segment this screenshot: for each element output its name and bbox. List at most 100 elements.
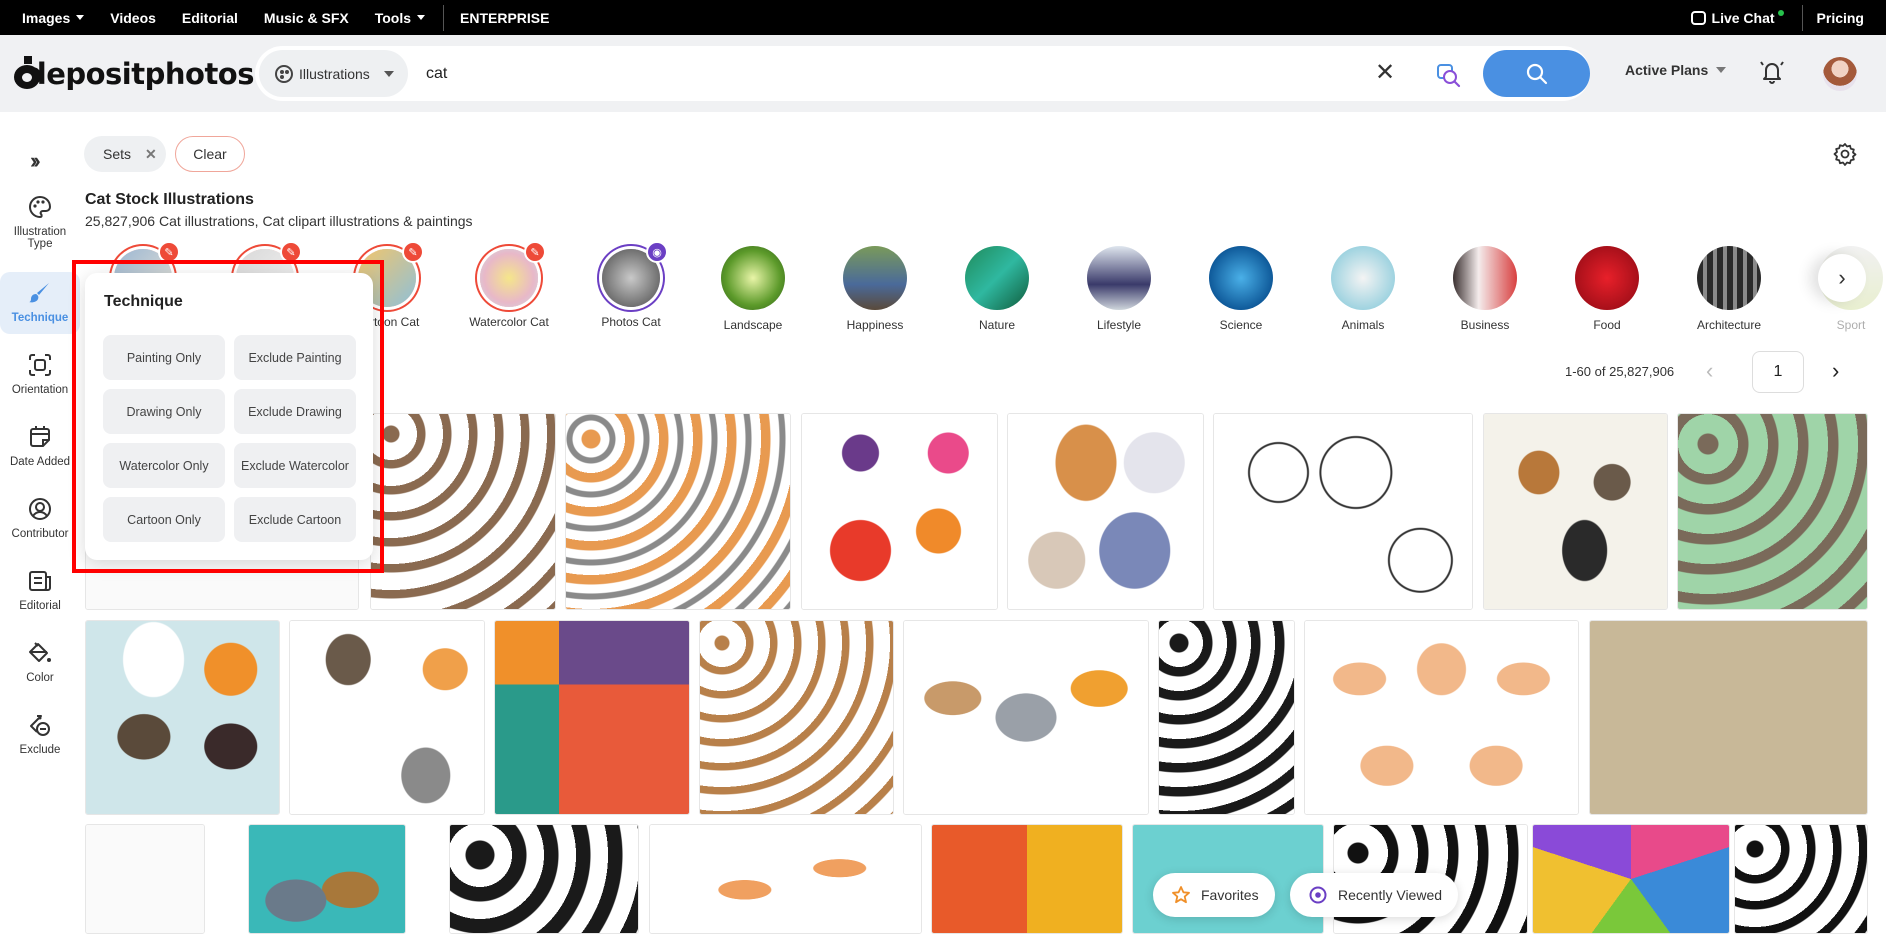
- sidebar-item-label: Technique: [11, 312, 69, 324]
- category-item[interactable]: Architecture: [1669, 246, 1789, 332]
- result-tile[interactable]: [248, 824, 406, 934]
- sidebar-item-exclude[interactable]: Exclude: [0, 712, 80, 756]
- thumbnail: [249, 825, 405, 933]
- nav-enterprise[interactable]: ENTERPRISE: [460, 10, 549, 26]
- page-subtitle: 25,827,906 Cat illustrations, Cat clipar…: [85, 213, 473, 229]
- exclude-cartoon-button[interactable]: Exclude Cartoon: [234, 497, 356, 542]
- result-tile[interactable]: [85, 824, 205, 934]
- category-item[interactable]: ✎ Watercolor Cat: [449, 241, 569, 329]
- gear-icon[interactable]: [1833, 142, 1857, 166]
- nav-tools[interactable]: Tools: [375, 10, 426, 26]
- chevron-right-icon[interactable]: ›: [1832, 358, 1839, 384]
- page-title: Cat Stock Illustrations: [85, 191, 254, 208]
- nav-images-label: Images: [22, 9, 71, 26]
- filter-chip-sets[interactable]: Sets ✕: [84, 136, 166, 172]
- sidebar-item-orientation[interactable]: Orientation: [0, 352, 80, 396]
- watercolor-only-button[interactable]: Watercolor Only: [103, 443, 225, 488]
- result-tile[interactable]: [699, 620, 894, 815]
- remove-filter-icon[interactable]: ✕: [145, 146, 157, 163]
- star-icon: [1172, 886, 1190, 904]
- nav-videos[interactable]: Videos: [110, 10, 156, 26]
- content-type-select[interactable]: Illustrations: [259, 50, 408, 97]
- exclude-drawing-button[interactable]: Exclude Drawing: [234, 389, 356, 434]
- caret-down-icon: [417, 15, 426, 20]
- category-label: Science: [1219, 318, 1263, 332]
- result-tile[interactable]: [85, 620, 280, 815]
- carousel-next-button[interactable]: ›: [1818, 254, 1866, 302]
- thumbnail: [1159, 621, 1294, 814]
- sidebar-item-illustration-type[interactable]: Illustration Type: [0, 194, 80, 250]
- live-chat-link[interactable]: Live Chat: [1690, 9, 1784, 26]
- category-item[interactable]: Food: [1547, 246, 1667, 332]
- result-tile[interactable]: [903, 620, 1149, 815]
- result-tile[interactable]: [1483, 413, 1668, 610]
- category-label: Nature: [978, 318, 1016, 332]
- favorites-button[interactable]: Favorites: [1153, 873, 1275, 917]
- category-item[interactable]: Landscape: [693, 246, 813, 332]
- result-tile[interactable]: [1213, 413, 1473, 610]
- pricing-link[interactable]: Pricing: [1817, 10, 1864, 26]
- sidebar-item-editorial[interactable]: Editorial: [0, 568, 80, 612]
- category-item[interactable]: Lifestyle: [1059, 246, 1179, 332]
- result-tile[interactable]: [1532, 824, 1730, 934]
- category-item[interactable]: ◉ Photos Cat: [571, 241, 691, 329]
- result-tile[interactable]: [649, 824, 922, 934]
- thumbnail: [904, 621, 1148, 814]
- sidebar-item-date-added[interactable]: Date Added: [0, 424, 80, 468]
- category-thumbnail: [1087, 246, 1151, 310]
- painting-only-button[interactable]: Painting Only: [103, 335, 225, 380]
- close-icon[interactable]: ✕: [1375, 61, 1395, 85]
- exclude-watercolor-button[interactable]: Exclude Watercolor: [234, 443, 356, 488]
- logo[interactable]: depositphotos: [14, 55, 255, 91]
- paint-bucket-icon: [29, 642, 51, 662]
- filter-sidebar: ›› Illustration Type Technique Orientati…: [0, 112, 80, 928]
- result-tile[interactable]: [801, 413, 998, 610]
- eye-icon: [1309, 886, 1327, 904]
- result-tile[interactable]: [1677, 413, 1868, 610]
- user-avatar[interactable]: [1823, 57, 1857, 91]
- header: depositphotos Illustrations ✕ Active Pla…: [0, 35, 1886, 112]
- search-input[interactable]: [426, 64, 1326, 83]
- thumbnail: [1533, 825, 1729, 933]
- result-tile[interactable]: [449, 824, 639, 934]
- category-item[interactable]: Nature: [937, 246, 1057, 332]
- calendar-icon: [30, 426, 50, 447]
- exclude-painting-button[interactable]: Exclude Painting: [234, 335, 356, 380]
- result-tile[interactable]: [1304, 620, 1579, 815]
- nav-music-sfx[interactable]: Music & SFX: [264, 10, 349, 26]
- result-tile[interactable]: [370, 413, 556, 610]
- cartoon-only-button[interactable]: Cartoon Only: [103, 497, 225, 542]
- result-tile[interactable]: [289, 620, 485, 815]
- category-item[interactable]: Science: [1181, 246, 1301, 332]
- bell-icon[interactable]: [1760, 59, 1784, 85]
- category-item[interactable]: Business: [1425, 246, 1545, 332]
- double-chevron-right-icon[interactable]: ››: [30, 148, 40, 174]
- nav-editorial[interactable]: Editorial: [182, 10, 238, 26]
- drawing-only-button[interactable]: Drawing Only: [103, 389, 225, 434]
- search-button[interactable]: [1483, 50, 1590, 97]
- result-tile[interactable]: [494, 620, 690, 815]
- sidebar-item-contributor[interactable]: Contributor: [0, 496, 80, 540]
- result-tile[interactable]: [1589, 620, 1868, 815]
- sidebar-item-color[interactable]: Color: [0, 640, 80, 684]
- chevron-left-icon[interactable]: ‹: [1706, 358, 1713, 384]
- thumbnail: [371, 414, 555, 609]
- visual-search-icon[interactable]: [1435, 61, 1463, 89]
- result-tile[interactable]: [1007, 413, 1204, 610]
- result-tile[interactable]: [1158, 620, 1295, 815]
- nav-images[interactable]: Images: [22, 9, 85, 26]
- camera-icon: ◉: [646, 241, 668, 263]
- result-tile[interactable]: [565, 413, 791, 610]
- results-count: 1-60 of 25,827,906: [1565, 364, 1675, 379]
- category-item[interactable]: Animals: [1303, 246, 1423, 332]
- thumbnail: [802, 414, 997, 609]
- sidebar-item-technique[interactable]: Technique: [0, 272, 80, 334]
- page-number-input[interactable]: 1: [1752, 351, 1804, 393]
- category-item[interactable]: Happiness: [815, 246, 935, 332]
- result-tile[interactable]: [1734, 824, 1868, 934]
- recently-viewed-button[interactable]: Recently Viewed: [1290, 873, 1458, 917]
- result-tile[interactable]: [931, 824, 1123, 934]
- active-plans-menu[interactable]: Active Plans: [1625, 62, 1727, 78]
- clear-filters-button[interactable]: Clear: [175, 136, 245, 172]
- newspaper-icon: [29, 571, 51, 591]
